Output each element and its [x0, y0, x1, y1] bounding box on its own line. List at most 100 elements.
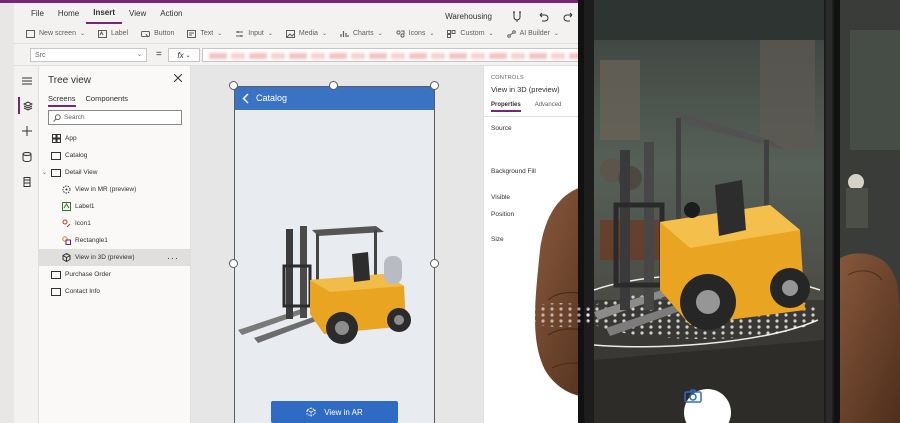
tab-properties[interactable]: Properties [491, 102, 521, 112]
3d-object-icon [61, 253, 71, 263]
prop-size-label: Size [491, 236, 504, 243]
chevron-down-icon: ⌄ [136, 52, 142, 58]
ai-builder-label: AI Builder [519, 30, 550, 37]
screen-icon [51, 287, 61, 297]
label-button[interactable]: Label [98, 29, 128, 38]
chevron-down-icon: ⌄ [321, 31, 327, 37]
formula-bar: Src ⌄ = fx ⌄ [14, 44, 590, 66]
chevron-down-icon: ⌄ [377, 31, 383, 37]
resize-handle[interactable] [430, 259, 439, 268]
tree-item-label: Purchase Order [65, 271, 111, 278]
tools-icon[interactable] [18, 173, 35, 190]
divider [484, 116, 590, 117]
property-dropdown[interactable]: Src ⌄ [30, 48, 147, 62]
tree-item-label1[interactable]: Label1 [39, 198, 191, 215]
tree-view-title: Tree view [48, 75, 91, 86]
tree-item-label: Contact Info [65, 288, 101, 295]
tree-list: App Catalog ⌄ Detail View View in MR (previe… [39, 130, 191, 300]
tab-advanced[interactable]: Advanced [535, 102, 562, 112]
text-icon [187, 29, 197, 38]
tree-item-purchase-order[interactable]: Purchase Order [39, 266, 191, 283]
accent-strip [0, 0, 14, 3]
menu-view[interactable]: View [122, 3, 153, 24]
screen-icon [51, 270, 61, 280]
power-apps-studio: File Home Insert View Action Warehousing… [0, 0, 590, 423]
formula-input[interactable] [202, 48, 590, 62]
tab-screens[interactable]: Screens [48, 94, 76, 107]
undo-icon[interactable] [536, 10, 550, 24]
tree-item-label: Detail View [65, 169, 98, 176]
tab-components[interactable]: Components [86, 94, 129, 107]
header-title: Catalog [256, 93, 288, 103]
app-screen-preview[interactable]: Catalog [234, 86, 435, 423]
menu-action[interactable]: Action [153, 3, 189, 24]
resize-handle[interactable] [430, 81, 439, 90]
forklift-3d-model[interactable] [234, 196, 435, 346]
ar-forklift-model [594, 110, 810, 336]
tree-item-app[interactable]: App [39, 130, 191, 147]
app-checker-icon[interactable] [510, 10, 524, 24]
new-screen-icon [26, 29, 35, 38]
camera-capture-button[interactable] [684, 389, 731, 423]
search-placeholder: Search [64, 114, 85, 121]
menu-file[interactable]: File [24, 3, 51, 24]
blurred-formula [209, 53, 589, 59]
charts-button[interactable]: Charts ⌄ [340, 30, 383, 38]
tree-item-label: View in 3D (preview) [75, 254, 135, 261]
tree-item-view-in-mr-preview[interactable]: View in MR (preview) [39, 181, 191, 198]
chevron-down-icon: ⌄ [79, 31, 85, 37]
resize-handle[interactable] [229, 259, 238, 268]
menu-insert[interactable]: Insert [86, 3, 123, 24]
input-button[interactable]: Input ⌄ [235, 30, 273, 38]
tree-search-input[interactable]: Search [48, 110, 182, 125]
tree-item-label: Catalog [65, 152, 88, 159]
close-icon[interactable] [173, 73, 183, 84]
insert-ribbon: New screen ⌄ Label Button Text ⌄ Input ⌄ Me… [14, 24, 590, 44]
menu-bar: File Home Insert View Action Warehousing [14, 0, 590, 24]
tree-item-rectangle1[interactable]: Rectangle1 [39, 232, 191, 249]
custom-button[interactable]: Custom ⌄ [447, 29, 494, 38]
button-button[interactable]: Button [141, 30, 174, 38]
tree-item-label: View in MR (preview) [75, 186, 137, 193]
layers-icon[interactable] [18, 97, 35, 114]
design-canvas: Catalog View in AR [191, 66, 483, 423]
media-button[interactable]: Media ⌄ [285, 29, 327, 38]
screen-icon [51, 151, 61, 161]
icons-button[interactable]: Icons ⌄ [396, 29, 434, 38]
input-icon [236, 30, 244, 37]
add-icon[interactable] [18, 122, 35, 139]
fx-label: fx [177, 50, 184, 60]
hamburger-menu-icon[interactable] [18, 72, 35, 89]
ai-builder-button[interactable]: AI Builder ⌄ [506, 29, 559, 38]
chevron-down-icon: ⌄ [185, 52, 191, 59]
menu-home[interactable]: Home [51, 3, 86, 24]
button-label: Button [154, 30, 175, 37]
props-control-name: View in 3D (preview) [491, 85, 560, 94]
tree-item-detail-view[interactable]: ⌄ Detail View [39, 164, 191, 181]
redo-icon[interactable] [562, 10, 576, 24]
tree-item-view-in-3d-preview[interactable]: View in 3D (preview) ··· [39, 249, 191, 266]
property-value: Src [35, 51, 46, 59]
resize-handle[interactable] [329, 81, 338, 90]
back-arrow-icon[interactable] [242, 92, 249, 104]
window-edge [0, 0, 14, 423]
database-icon[interactable] [18, 148, 35, 165]
fx-button[interactable]: fx ⌄ [168, 48, 200, 62]
view-in-ar-button[interactable]: View in AR [271, 401, 398, 423]
prop-position-label: Position [491, 211, 515, 218]
more-options-icon[interactable]: ··· [167, 253, 179, 263]
charts-icon [340, 30, 349, 37]
tree-item-icon1[interactable]: Icon1 [39, 215, 191, 232]
new-screen-button[interactable]: New screen ⌄ [26, 29, 85, 38]
resize-handle[interactable] [229, 81, 238, 90]
button-icon [141, 30, 151, 37]
tree-item-label: App [65, 135, 77, 142]
icon-control-icon [61, 219, 71, 229]
tree-item-catalog[interactable]: Catalog [39, 147, 191, 164]
search-icon [53, 113, 61, 122]
chevron-down-icon[interactable]: ⌄ [42, 169, 47, 176]
text-button[interactable]: Text ⌄ [187, 29, 222, 38]
icons-label: Icons [408, 30, 426, 37]
chevron-down-icon: ⌄ [267, 31, 273, 37]
tree-item-contact-info[interactable]: Contact Info [39, 283, 191, 300]
